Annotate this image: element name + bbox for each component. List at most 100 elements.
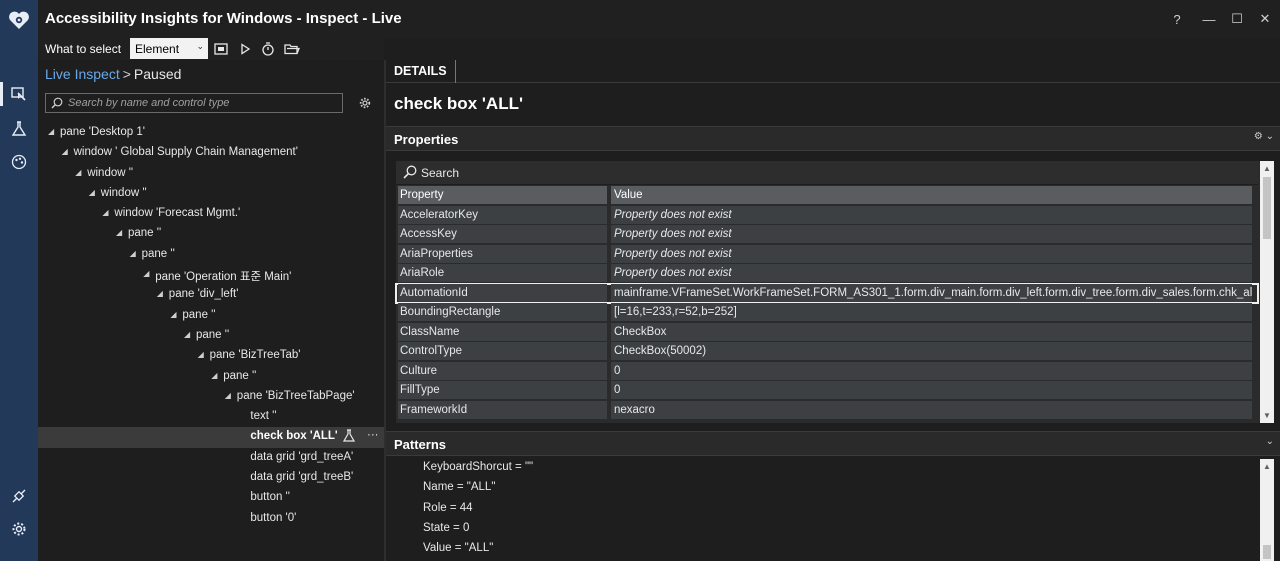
properties-panel: Search Property Value AcceleratorKey Prop…	[395, 161, 1274, 423]
expand-triangle-icon[interactable]: ◢	[102, 208, 108, 217]
column-header-value[interactable]: Value	[611, 186, 1252, 204]
play-icon[interactable]	[237, 41, 253, 57]
tree-settings-gear-icon[interactable]	[359, 96, 371, 114]
test-flask-icon[interactable]	[342, 429, 356, 445]
minimize-button[interactable]: —	[1200, 9, 1218, 29]
expand-triangle-icon[interactable]: ◢	[89, 188, 95, 197]
tree-node[interactable]: ◢ pane ''	[38, 224, 384, 244]
property-row[interactable]: Culture 0	[396, 361, 1258, 382]
settings-gear-icon[interactable]	[9, 519, 29, 539]
property-value-cell: 0	[611, 361, 1252, 380]
scroll-up-icon[interactable]: ▲	[1263, 164, 1271, 173]
tree-node[interactable]: ◢ pane 'div_left'	[38, 285, 384, 305]
tree-node[interactable]: ◢ window 'Forecast Mgmt.'	[38, 204, 384, 224]
test-flask-icon[interactable]	[9, 119, 29, 139]
tree-node[interactable]: ◢ window ' Global Supply Chain Management…	[38, 143, 384, 163]
what-to-select-dropdown[interactable]: Element ⌄	[130, 38, 208, 59]
properties-scrollbar[interactable]: ▲ ▼	[1260, 161, 1274, 423]
live-inspect-icon[interactable]	[9, 84, 29, 104]
tree-node[interactable]: ◢ pane 'Operation 표준 Main'	[38, 265, 384, 285]
open-folder-icon[interactable]	[284, 41, 300, 57]
tree-node[interactable]: data grid 'grd_treeB'	[38, 468, 384, 488]
scroll-down-icon[interactable]: ▼	[1263, 411, 1271, 420]
tree-node[interactable]: ◢ window ''	[38, 184, 384, 204]
screenshot-icon[interactable]	[213, 41, 229, 57]
property-row[interactable]: ClassName CheckBox	[396, 322, 1258, 343]
chevron-down-icon: ⌄	[196, 41, 204, 51]
property-row[interactable]: AccessKey Property does not exist	[396, 225, 1258, 245]
expand-triangle-icon[interactable]: ◢	[75, 168, 81, 177]
column-header-property[interactable]: Property	[398, 186, 607, 204]
tree-node[interactable]: button '0'	[38, 509, 384, 529]
color-contrast-icon[interactable]	[9, 152, 29, 172]
tree-node-label: button ''	[250, 491, 290, 504]
tree-node-label: window 'Forecast Mgmt.'	[114, 207, 241, 220]
expand-triangle-icon[interactable]: ◢	[116, 228, 122, 237]
expand-triangle-icon[interactable]: ◢	[62, 147, 68, 156]
property-row[interactable]: ControlType CheckBox(50002)	[396, 342, 1258, 362]
tree-node-label: pane 'Operation 표준 Main'	[155, 271, 292, 284]
maximize-button[interactable]: ☐	[1228, 9, 1246, 29]
properties-settings-gear-icon[interactable]: ⚙ ⌄	[1254, 131, 1274, 142]
expand-triangle-icon[interactable]: ◢	[225, 391, 231, 400]
tree-search-input[interactable]: Search by name and control type	[45, 93, 343, 113]
live-inspect-link[interactable]: Live Inspect	[45, 66, 120, 82]
tree-node[interactable]: ◢ pane ''	[38, 306, 384, 326]
tree-node[interactable]: ◢ pane ''	[38, 367, 384, 387]
expand-triangle-icon[interactable]: ◢	[143, 269, 149, 278]
property-row[interactable]: AcceleratorKey Property does not exist	[396, 205, 1258, 226]
tree-node[interactable]: text ''	[38, 407, 384, 427]
tree-node[interactable]: ◢ pane 'BizTreeTabPage'	[38, 387, 384, 407]
expand-triangle-icon[interactable]: ◢	[170, 310, 176, 319]
pattern-line: Name = "ALL"	[423, 481, 496, 494]
tree-node[interactable]: ◢ pane ''	[38, 245, 384, 265]
expand-triangle-icon[interactable]: ◢	[211, 371, 217, 380]
dropdown-value: Element	[135, 42, 180, 56]
scroll-up-icon[interactable]: ▲	[1263, 462, 1271, 471]
expand-triangle-icon[interactable]: ◢	[198, 350, 204, 359]
property-row[interactable]: AriaRole Property does not exist	[396, 264, 1258, 284]
scrollbar-thumb[interactable]	[1263, 177, 1271, 239]
timer-icon[interactable]	[260, 41, 276, 57]
close-button[interactable]: ✕	[1256, 9, 1274, 29]
tree-node[interactable]: ◢ pane 'Desktop 1'	[38, 123, 384, 143]
patterns-scrollbar[interactable]: ▲	[1260, 459, 1274, 561]
property-name-cell: FrameworkId	[398, 400, 607, 419]
search-icon	[403, 165, 417, 184]
more-options-button[interactable]: ···	[367, 429, 379, 441]
breadcrumb-separator: >	[122, 66, 131, 82]
tree-node[interactable]: check box 'ALL' ···	[38, 427, 384, 448]
expand-triangle-icon[interactable]: ◢	[184, 330, 190, 339]
property-value-cell: CheckBox	[611, 322, 1252, 341]
tree-node[interactable]: ◢ pane ''	[38, 326, 384, 346]
property-row[interactable]: FillType 0	[396, 381, 1258, 401]
connection-icon[interactable]	[9, 486, 29, 506]
property-value-cell: nexacro	[611, 400, 1252, 419]
expand-triangle-icon[interactable]: ◢	[157, 289, 163, 298]
properties-section-header[interactable]: Properties ⚙ ⌄	[386, 126, 1280, 151]
expand-triangle-icon[interactable]: ◢	[130, 249, 136, 258]
expand-triangle-icon[interactable]: ◢	[48, 127, 54, 136]
tree-node[interactable]: data grid 'grd_treeA'	[38, 448, 384, 468]
property-value-cell: 0	[611, 381, 1252, 399]
tree-node-label: data grid 'grd_treeA'	[250, 450, 354, 463]
patterns-section-header[interactable]: Patterns ⌄	[386, 431, 1280, 456]
property-row[interactable]: AutomationId mainframe.VFrameSet.WorkFram…	[395, 282, 1259, 304]
property-name-cell: AriaRole	[398, 264, 607, 282]
tree-node[interactable]: ◢ window ''	[38, 164, 384, 184]
tab-details[interactable]: DETAILS	[386, 60, 456, 83]
scrollbar-thumb[interactable]	[1263, 545, 1271, 559]
property-value-cell: Property does not exist	[611, 244, 1252, 263]
tree-node-label: pane 'div_left'	[168, 288, 239, 301]
tree-node[interactable]: ◢ pane 'BizTreeTab'	[38, 346, 384, 366]
properties-search-box[interactable]: Search	[396, 161, 1258, 185]
chevron-down-icon[interactable]: ⌄	[1266, 436, 1274, 447]
help-icon[interactable]: ?	[1168, 9, 1186, 29]
tree-node[interactable]: button ''	[38, 488, 384, 508]
property-row[interactable]: BoundingRectangle [l=16,t=233,r=52,b=252]	[396, 303, 1258, 323]
property-row[interactable]: FrameworkId nexacro	[396, 400, 1258, 421]
property-value-cell: Property does not exist	[611, 225, 1252, 243]
pattern-line: KeyboardShorcut = ""	[423, 461, 534, 473]
what-to-select-label: What to select	[45, 42, 122, 56]
property-row[interactable]: AriaProperties Property does not exist	[396, 244, 1258, 265]
